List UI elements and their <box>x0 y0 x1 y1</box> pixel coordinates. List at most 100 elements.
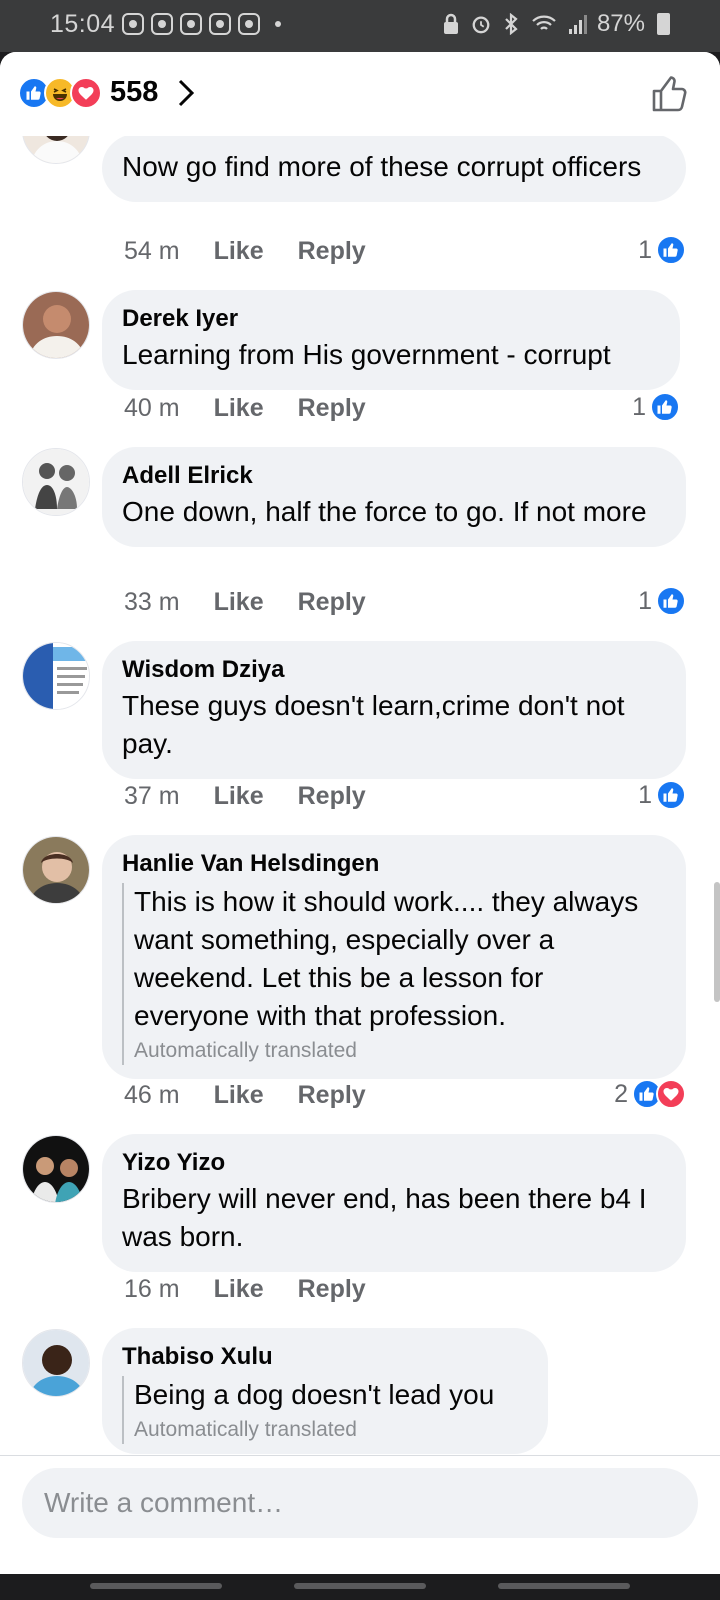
comment-author[interactable]: Adell Elrick <box>122 461 666 491</box>
translated-block: This is how it should work.... they alwa… <box>122 883 666 1065</box>
wifi-icon <box>532 15 556 30</box>
lock-icon <box>443 13 458 34</box>
system-nav-bar <box>0 1574 720 1600</box>
avatar-image <box>23 643 89 709</box>
notification-icon <box>238 13 260 35</box>
alarm-icon <box>472 16 490 34</box>
nav-back-button[interactable] <box>498 1583 630 1589</box>
avatar[interactable] <box>22 642 90 710</box>
comment-bubble[interactable]: Hanlie Van Helsdingen This is how it sho… <box>102 835 686 1079</box>
avatar-image <box>23 449 89 515</box>
reply-button[interactable]: Reply <box>298 782 366 811</box>
comment-author[interactable]: Hanlie Van Helsdingen <box>122 849 666 879</box>
comment-actions: 54 m Like Reply <box>124 237 366 266</box>
like-button[interactable]: Like <box>214 237 264 266</box>
reaction-count: 1 <box>632 392 646 421</box>
love-icon <box>70 76 102 109</box>
comment-actions: 37 m Like Reply <box>124 782 366 811</box>
comment-bubble[interactable]: Wisdom Dziya These guys doesn't learn,cr… <box>102 641 686 779</box>
avatar[interactable] <box>22 1135 90 1203</box>
comment-bubble[interactable]: Yizo Yizo Bribery will never end, has be… <box>102 1134 686 1272</box>
comment-time[interactable]: 46 m <box>124 1081 180 1110</box>
like-button[interactable]: Like <box>214 394 264 423</box>
chevron-right-icon <box>179 79 195 106</box>
comment-text: One down, half the force to go. If not m… <box>122 496 647 527</box>
comment-text: Being a dog doesn't lead you <box>134 1379 495 1410</box>
more-notifications-dot <box>275 21 281 27</box>
like-button[interactable]: Like <box>214 1275 264 1304</box>
status-bar: 15:04 87% <box>0 0 720 52</box>
like-icon <box>656 780 686 810</box>
nav-home-button[interactable] <box>294 1583 426 1589</box>
comment-reactions[interactable]: 1 <box>638 780 686 810</box>
translation-note[interactable]: Automatically translated <box>134 1416 528 1444</box>
avatar-image <box>23 1136 89 1202</box>
comment-text: These guys doesn't learn,crime don't not… <box>122 690 625 759</box>
reactions-header: 558 <box>0 52 720 136</box>
comment-bubble[interactable]: Derek Iyer Learning from His government … <box>102 290 680 390</box>
comment-time[interactable]: 40 m <box>124 394 180 423</box>
battery-percent: 87% <box>596 10 645 37</box>
signal-icon <box>568 15 587 34</box>
notification-icon <box>151 13 173 35</box>
scrollbar[interactable] <box>714 882 720 1002</box>
status-time: 15:04 <box>50 10 116 38</box>
comment-actions: 46 m Like Reply <box>124 1081 366 1110</box>
reply-button[interactable]: Reply <box>298 394 366 423</box>
comment-author[interactable]: Derek Iyer <box>122 304 660 334</box>
translation-note[interactable]: Automatically translated <box>134 1037 666 1065</box>
comment-input[interactable] <box>22 1468 698 1538</box>
comment-text: Now go find more of these corrupt office… <box>122 151 642 182</box>
reaction-count: 1 <box>638 780 652 809</box>
comment-text: Learning from His government - corrupt <box>122 339 611 370</box>
nav-recent-button[interactable] <box>90 1583 222 1589</box>
comment-reactions[interactable]: 1 <box>638 235 686 265</box>
reply-button[interactable]: Reply <box>298 1081 366 1110</box>
comment-bubble[interactable]: Thabiso Xulu Being a dog doesn't lead yo… <box>102 1328 548 1454</box>
comment-author[interactable]: Yizo Yizo <box>122 1148 666 1178</box>
comment-bubble[interactable]: Now go find more of these corrupt office… <box>102 134 686 202</box>
comment-composer <box>0 1455 720 1574</box>
avatar-image <box>23 1330 89 1396</box>
comment-time[interactable]: 16 m <box>124 1275 180 1304</box>
avatar[interactable] <box>22 448 90 516</box>
comment-actions: 16 m Like Reply <box>124 1275 366 1304</box>
reaction-count: 1 <box>638 235 652 264</box>
comment-time[interactable]: 37 m <box>124 782 180 811</box>
comment-author[interactable]: Wisdom Dziya <box>122 655 666 685</box>
avatar[interactable] <box>22 836 90 904</box>
comment-text: This is how it should work.... they alwa… <box>134 886 639 1031</box>
like-outline-icon[interactable] <box>650 74 690 114</box>
notification-icons <box>122 13 281 35</box>
like-icon <box>656 586 686 616</box>
like-button[interactable]: Like <box>214 782 264 811</box>
comment-time[interactable]: 33 m <box>124 588 180 617</box>
reaction-total: 558 <box>110 76 159 108</box>
comment-author[interactable]: Thabiso Xulu <box>122 1342 528 1372</box>
comment-actions: 33 m Like Reply <box>124 588 366 617</box>
notification-icon <box>122 13 144 35</box>
reply-button[interactable]: Reply <box>298 237 366 266</box>
reaction-summary[interactable]: 558 <box>18 76 196 109</box>
comment-actions: 40 m Like Reply <box>124 394 366 423</box>
comment-reactions[interactable]: 1 <box>632 392 680 422</box>
comment-reactions[interactable]: 1 <box>638 586 686 616</box>
like-button[interactable]: Like <box>214 1081 264 1110</box>
like-button[interactable]: Like <box>214 588 264 617</box>
translated-block: Being a dog doesn't lead you Automatical… <box>122 1376 528 1444</box>
reaction-count: 1 <box>638 586 652 615</box>
avatar[interactable] <box>22 291 90 359</box>
comment-bubble[interactable]: Adell Elrick One down, half the force to… <box>102 447 686 547</box>
reaction-count: 2 <box>614 1079 628 1108</box>
comments-sheet: Now go find more of these corrupt office… <box>0 52 720 1574</box>
comment-text: Bribery will never end, has been there b… <box>122 1183 647 1252</box>
avatar[interactable] <box>22 1329 90 1397</box>
comment-reactions[interactable]: 2 <box>614 1079 686 1109</box>
avatar-image <box>23 837 89 903</box>
reply-button[interactable]: Reply <box>298 1275 366 1304</box>
comment-time[interactable]: 54 m <box>124 237 180 266</box>
reply-button[interactable]: Reply <box>298 588 366 617</box>
status-right: 87% <box>441 10 670 38</box>
like-icon <box>656 235 686 265</box>
bluetooth-icon <box>505 13 518 35</box>
